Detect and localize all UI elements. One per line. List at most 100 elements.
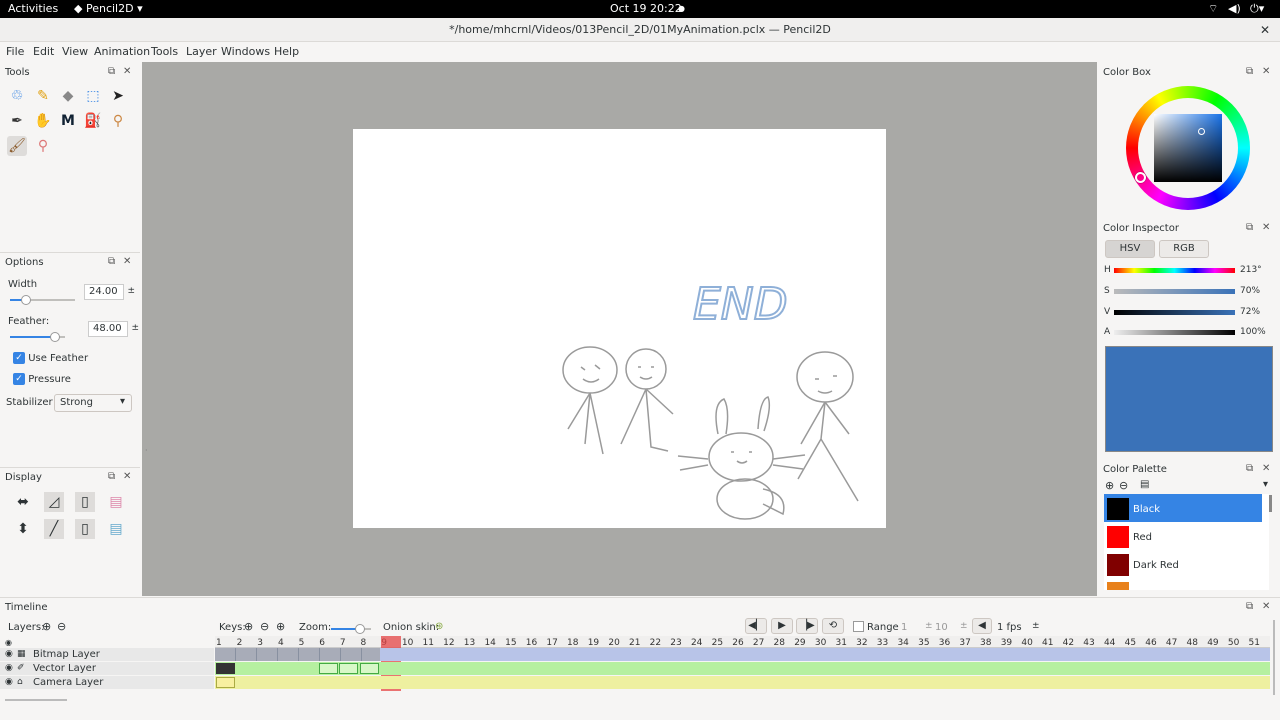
use-feather-checkbox[interactable]: ✓ Use Feather bbox=[13, 352, 88, 364]
a-value[interactable]: 100% bbox=[1240, 327, 1266, 337]
menu-edit[interactable]: Edit bbox=[33, 45, 54, 58]
close-icon[interactable]: ✕ bbox=[1262, 222, 1270, 233]
palette-swatch-partial[interactable] bbox=[1107, 582, 1129, 590]
close-icon[interactable]: ✕ bbox=[1262, 463, 1270, 474]
move-icon[interactable]: ➤ bbox=[108, 86, 128, 106]
add-color-icon[interactable]: ⊕ bbox=[1105, 479, 1114, 492]
next-frame-button[interactable]: ▕▶ bbox=[796, 618, 818, 634]
h-value[interactable]: 213° bbox=[1240, 265, 1262, 275]
close-icon[interactable]: ✕ bbox=[1262, 66, 1270, 77]
layer-name[interactable]: Bitmap Layer bbox=[33, 649, 100, 660]
palette-swatch-black[interactable] bbox=[1107, 498, 1129, 520]
visibility-icon[interactable]: ◉ bbox=[5, 677, 13, 687]
brush-icon[interactable]: 🖌 bbox=[7, 136, 27, 156]
play-button[interactable]: ▶ bbox=[771, 618, 793, 634]
pencil-icon[interactable]: ✎ bbox=[33, 86, 53, 106]
clock[interactable]: Oct 19 20:22 bbox=[610, 2, 682, 15]
feather-spinbox[interactable]: 48.00 ± bbox=[88, 321, 139, 337]
float-icon[interactable]: ⧉ bbox=[1246, 66, 1253, 77]
float-icon[interactable]: ⧉ bbox=[1246, 463, 1253, 474]
timeline-scrollbar[interactable] bbox=[1273, 620, 1275, 695]
bitmap-key-range[interactable] bbox=[215, 648, 380, 661]
range-start-spin-icon[interactable]: ± bbox=[925, 621, 933, 631]
outlines-icon[interactable]: ▯ bbox=[75, 492, 95, 512]
camera-layer-track[interactable] bbox=[215, 676, 1270, 689]
sound-button[interactable]: ◀ bbox=[972, 618, 992, 634]
onion-prev-icon[interactable]: ▤ bbox=[106, 492, 126, 512]
range-checkbox[interactable] bbox=[853, 621, 864, 632]
menu-windows[interactable]: Windows bbox=[221, 45, 270, 58]
drawing-canvas[interactable]: END bbox=[353, 129, 886, 528]
camera-keyframe[interactable] bbox=[216, 677, 235, 688]
eraser-icon[interactable]: ◆ bbox=[58, 86, 78, 106]
menu-view[interactable]: View bbox=[62, 45, 88, 58]
thin-lines-icon[interactable]: ◿ bbox=[44, 492, 64, 512]
palette-label-red[interactable]: Red bbox=[1133, 532, 1152, 543]
fps-value[interactable]: 1 fps bbox=[997, 622, 1022, 633]
activities-button[interactable]: Activities bbox=[8, 2, 58, 15]
vector-keyframe[interactable] bbox=[360, 663, 379, 674]
eyedropper-icon[interactable]: ⚲ bbox=[108, 111, 128, 131]
menu-file[interactable]: File bbox=[6, 45, 24, 58]
range-end-spin-icon[interactable]: ± bbox=[960, 621, 968, 631]
prev-frame-button[interactable]: ◀▏ bbox=[745, 618, 767, 634]
horizontal-scrollbar[interactable] bbox=[5, 699, 67, 701]
visibility-icon[interactable]: ◉ bbox=[5, 663, 13, 673]
float-icon[interactable]: ⧉ bbox=[108, 471, 115, 482]
palette-label-black[interactable]: Black bbox=[1133, 504, 1160, 515]
v-value[interactable]: 72% bbox=[1240, 307, 1260, 317]
smudge-icon[interactable]: ⚲ bbox=[33, 136, 53, 156]
onion-skin-icon[interactable]: ⊛ bbox=[435, 621, 443, 632]
close-icon[interactable]: ✕ bbox=[123, 256, 131, 267]
flip-vertical-icon[interactable]: ⬍ bbox=[13, 519, 33, 539]
grid-icon[interactable]: ▯ bbox=[75, 519, 95, 539]
stabilizer-dropdown[interactable]: Strong ▾ bbox=[54, 394, 132, 412]
range-end[interactable]: 10 bbox=[935, 622, 948, 633]
width-slider-handle[interactable] bbox=[20, 295, 31, 305]
close-icon[interactable]: ✕ bbox=[123, 66, 131, 77]
select-icon[interactable]: ⬚ bbox=[83, 86, 103, 106]
pressure-checkbox[interactable]: ✓ Pressure bbox=[13, 373, 71, 385]
clear-icon[interactable]: ♲ bbox=[7, 86, 27, 106]
hue-picker-handle[interactable] bbox=[1135, 172, 1146, 183]
sv-picker-handle[interactable] bbox=[1198, 128, 1205, 135]
palette-swatch-dark-red[interactable] bbox=[1107, 554, 1129, 576]
add-layer-icon[interactable]: ⊕ bbox=[42, 620, 51, 633]
add-key-icon[interactable]: ⊕ bbox=[244, 620, 253, 633]
menu-tools[interactable]: Tools bbox=[151, 45, 178, 58]
duplicate-key-icon[interactable]: ⊕ bbox=[276, 620, 285, 633]
tab-rgb[interactable]: RGB bbox=[1159, 240, 1209, 258]
palette-scrollbar[interactable] bbox=[1269, 495, 1272, 512]
palette-settings-icon[interactable]: ▾ bbox=[1263, 479, 1268, 490]
layer-visibility-all-icon[interactable]: ◉ bbox=[5, 638, 12, 647]
tab-hsv[interactable]: HSV bbox=[1105, 240, 1155, 258]
saturation-value-square[interactable] bbox=[1154, 114, 1222, 182]
saturation-slider[interactable] bbox=[1114, 289, 1235, 294]
float-icon[interactable]: ⧉ bbox=[108, 256, 115, 267]
layer-name[interactable]: Camera Layer bbox=[33, 677, 103, 688]
remove-layer-icon[interactable]: ⊖ bbox=[57, 620, 66, 633]
zoom-slider-handle[interactable] bbox=[355, 624, 365, 634]
fps-spin-icon[interactable]: ± bbox=[1032, 621, 1040, 631]
remove-key-icon[interactable]: ⊖ bbox=[260, 620, 269, 633]
width-spinbox[interactable]: 24.00 ± bbox=[84, 284, 135, 300]
close-icon[interactable]: ✕ bbox=[123, 471, 131, 482]
close-icon[interactable]: ✕ bbox=[1262, 601, 1270, 612]
palette-menu-icon[interactable]: ▤ bbox=[1140, 479, 1149, 490]
vector-keyframe[interactable] bbox=[319, 663, 338, 674]
flip-horizontal-icon[interactable]: ⬌ bbox=[13, 492, 33, 512]
pen-icon[interactable]: ✒ bbox=[7, 111, 27, 131]
hand-icon[interactable]: ✋ bbox=[33, 111, 53, 131]
polyline-icon[interactable]: M bbox=[58, 111, 78, 131]
s-value[interactable]: 70% bbox=[1240, 286, 1260, 296]
visibility-icon[interactable]: ◉ bbox=[5, 649, 13, 659]
bucket-icon[interactable]: ⛽ bbox=[83, 111, 103, 131]
volume-icon[interactable]: ◀) bbox=[1228, 2, 1241, 15]
range-start[interactable]: 1 bbox=[901, 622, 907, 633]
value-slider[interactable] bbox=[1114, 310, 1235, 315]
remove-color-icon[interactable]: ⊖ bbox=[1119, 479, 1128, 492]
layer-name[interactable]: Vector Layer bbox=[33, 663, 96, 674]
wifi-icon[interactable]: ⌔ bbox=[1208, 2, 1218, 16]
loop-button[interactable]: ⟲ bbox=[822, 618, 844, 634]
float-icon[interactable]: ⧉ bbox=[1246, 601, 1253, 612]
